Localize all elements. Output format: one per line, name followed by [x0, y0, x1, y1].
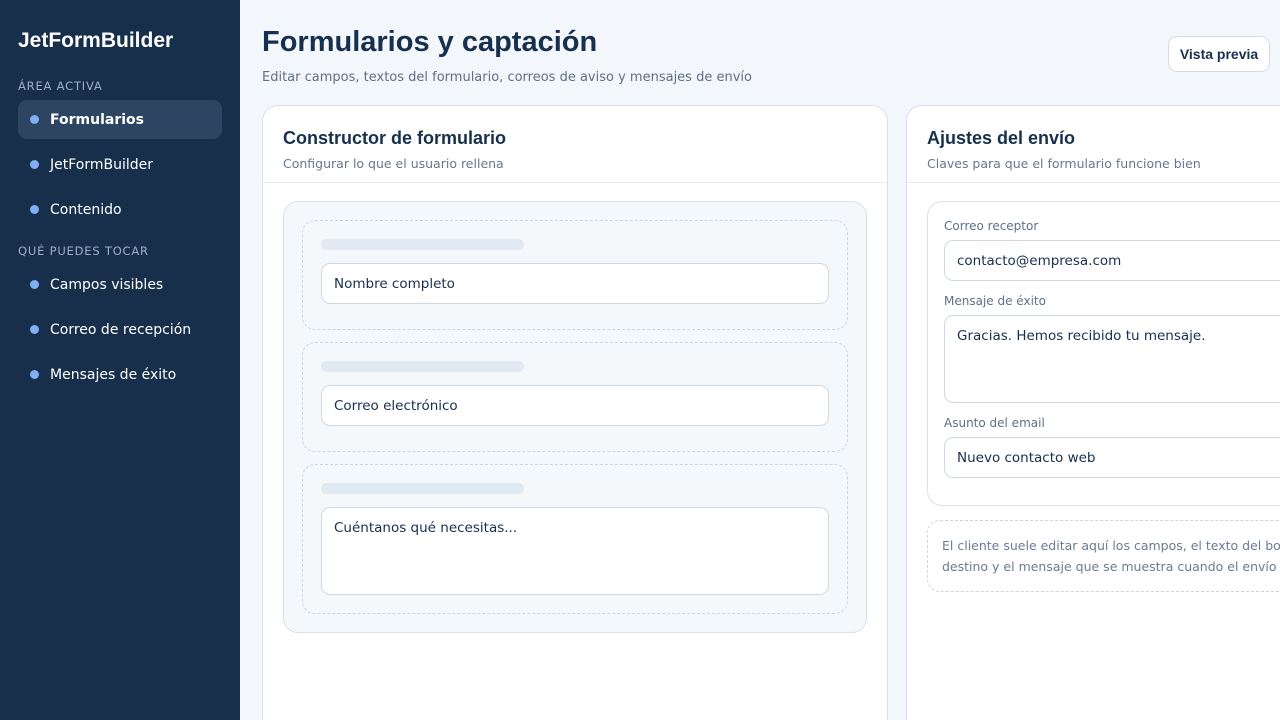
nav-section-editable: QUÉ PUEDES TOCAR	[18, 244, 149, 258]
field-card-name[interactable]: Nombre completo	[302, 220, 848, 330]
panel-subtitle: Configurar lo que el usuario rellena	[283, 156, 504, 171]
field-label-placeholder	[321, 483, 524, 494]
dot-icon	[30, 370, 39, 379]
sidebar-item-label: Correo de recepción	[50, 321, 192, 338]
submission-settings-panel: Ajustes del envío Claves para que el for…	[906, 105, 1280, 720]
sidebar: JetFormBuilder ÁREA ACTIVA Formularios J…	[0, 0, 240, 720]
success-message-textarea[interactable]: Gracias. Hemos recibido tu mensaje.	[944, 315, 1280, 403]
sidebar-item-jetformbuilder[interactable]: JetFormBuilder	[18, 145, 222, 184]
receiver-email-input[interactable]: contacto@empresa.com	[944, 240, 1280, 281]
panel-header: Constructor de formulario Configurar lo …	[263, 106, 887, 183]
sidebar-item-campos-visibles[interactable]: Campos visibles	[18, 265, 222, 304]
sidebar-item-label: Mensajes de éxito	[50, 366, 177, 383]
sidebar-item-label: Campos visibles	[50, 276, 164, 293]
panel-subtitle: Claves para que el formulario funcione b…	[927, 156, 1201, 171]
success-message-label: Mensaje de éxito	[944, 294, 1046, 308]
settings-form: Correo receptor contacto@empresa.com Men…	[927, 201, 1280, 506]
field-label-placeholder	[321, 239, 524, 250]
name-field[interactable]: Nombre completo	[321, 263, 829, 304]
sidebar-item-mensajes-exito[interactable]: Mensajes de éxito	[18, 355, 222, 394]
sidebar-item-label: JetFormBuilder	[50, 156, 154, 173]
help-note: El cliente suele editar aquí los campos,…	[927, 520, 1280, 592]
field-card-message[interactable]: Cuéntanos qué necesitas...	[302, 464, 848, 614]
field-card-email[interactable]: Correo electrónico	[302, 342, 848, 452]
preview-button[interactable]: Vista previa	[1168, 36, 1270, 72]
help-note-line: El cliente suele editar aquí los campos,…	[942, 538, 1280, 553]
panel-title: Constructor de formulario	[283, 128, 507, 148]
sidebar-item-correo-recepcion[interactable]: Correo de recepción	[18, 310, 222, 349]
help-note-line: destino y el mensaje que se muestra cuan…	[942, 559, 1280, 574]
email-field[interactable]: Correo electrónico	[321, 385, 829, 426]
dot-icon	[30, 205, 39, 214]
page-subtitle: Editar campos, textos del formulario, co…	[262, 70, 752, 85]
message-textarea[interactable]: Cuéntanos qué necesitas...	[321, 507, 829, 595]
email-subject-label: Asunto del email	[944, 416, 1045, 430]
sidebar-item-label: Contenido	[50, 201, 122, 218]
nav-section-active: ÁREA ACTIVA	[18, 79, 103, 93]
sidebar-item-contenido[interactable]: Contenido	[18, 190, 222, 229]
sidebar-item-formularios[interactable]: Formularios	[18, 100, 222, 139]
receiver-email-label: Correo receptor	[944, 219, 1039, 233]
dot-icon	[30, 115, 39, 124]
sidebar-item-label: Formularios	[50, 111, 144, 128]
panel-title: Ajustes del envío	[927, 128, 1076, 148]
page-title: Formularios y captación	[262, 26, 598, 58]
form-canvas: Nombre completo Correo electrónico Cuént…	[283, 201, 867, 633]
email-subject-input[interactable]: Nuevo contacto web	[944, 437, 1280, 478]
form-builder-panel: Constructor de formulario Configurar lo …	[262, 105, 888, 720]
dot-icon	[30, 325, 39, 334]
panel-header: Ajustes del envío Claves para que el for…	[907, 106, 1280, 183]
brand-logo: JetFormBuilder	[18, 29, 174, 52]
field-label-placeholder	[321, 361, 524, 372]
dot-icon	[30, 160, 39, 169]
dot-icon	[30, 280, 39, 289]
